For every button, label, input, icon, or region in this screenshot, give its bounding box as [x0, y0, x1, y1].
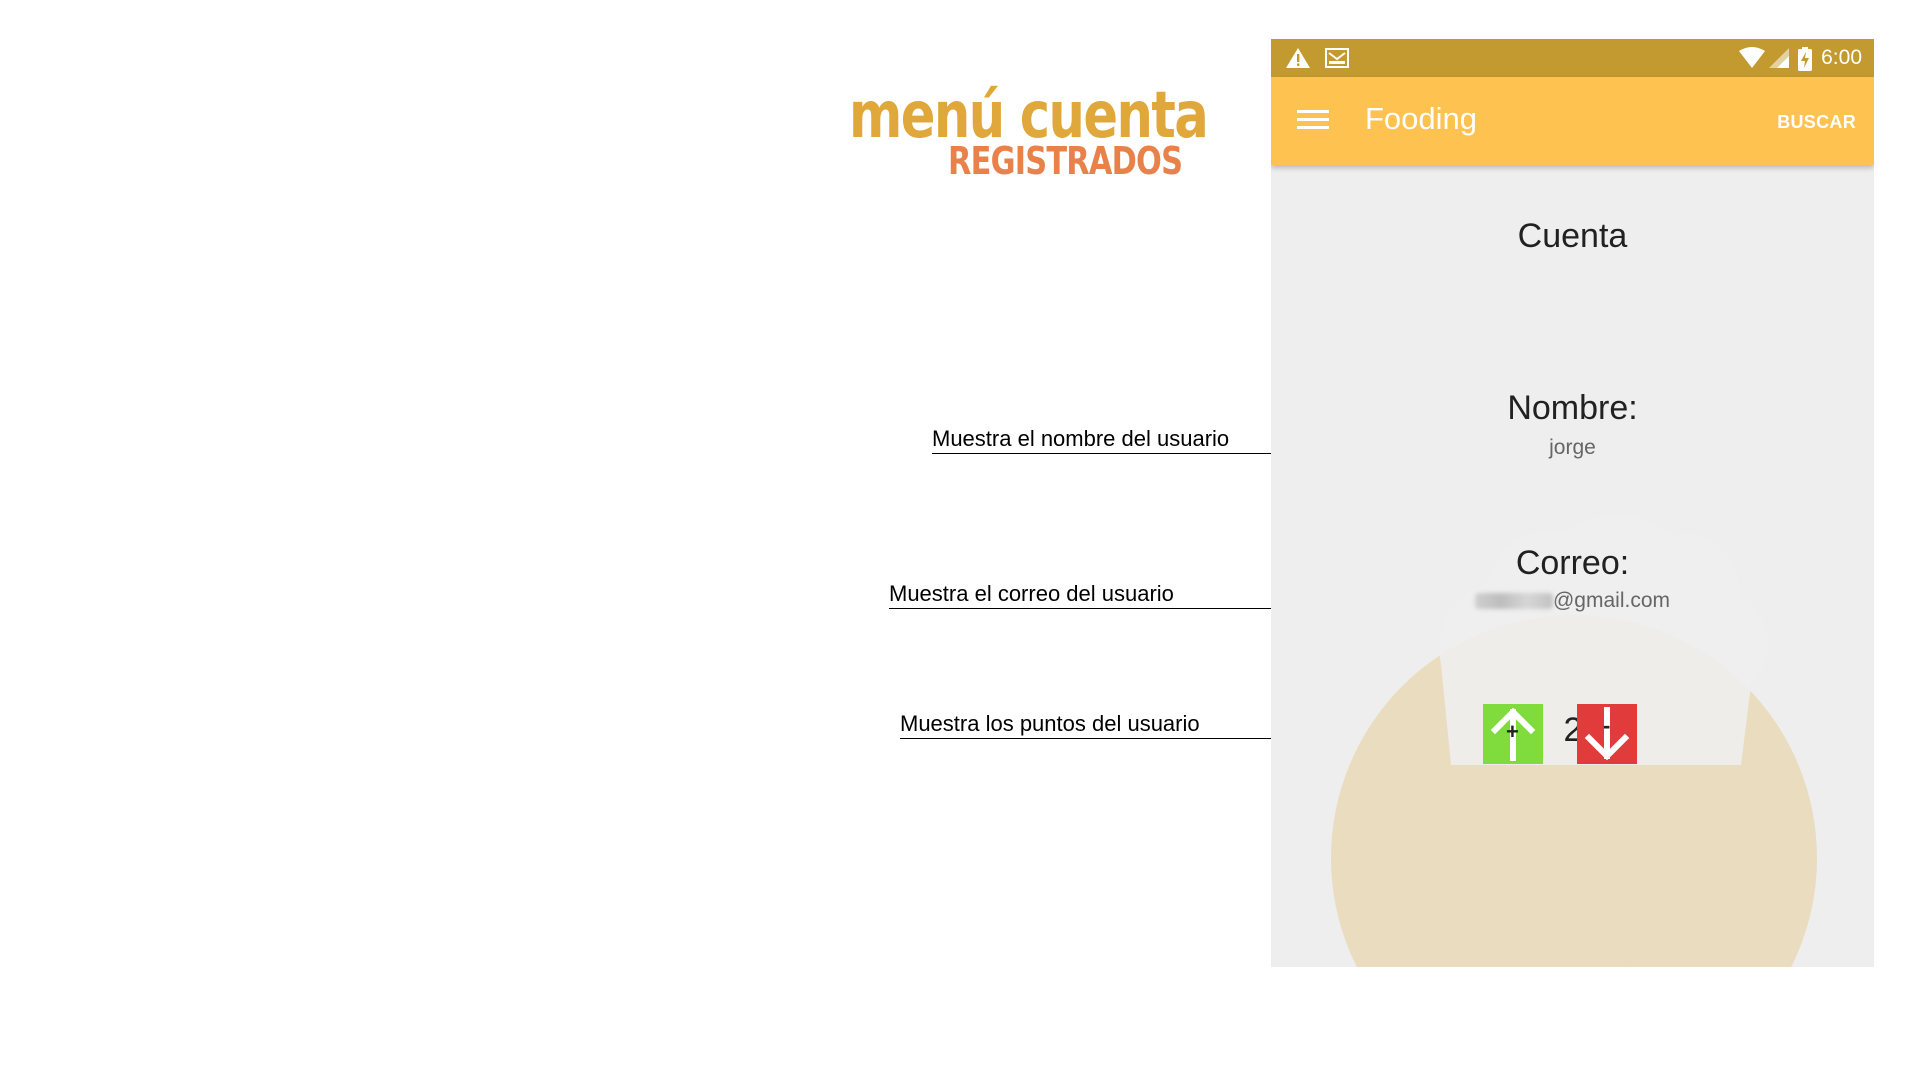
search-button[interactable]: BUSCAR — [1777, 112, 1856, 133]
wifi-icon — [1738, 47, 1766, 74]
annotation-email: Muestra el correo del usuario — [889, 581, 1174, 606]
email-value: @gmail.com — [1271, 589, 1874, 613]
email-label: Correo: — [1515, 544, 1630, 582]
app-title: Fooding — [1365, 101, 1478, 136]
downvote-symbol: - — [1603, 713, 1611, 738]
phone-screen: 6:00 Fooding BUSCAR Cuenta Nombre: jorge… — [1271, 39, 1874, 967]
name-label: Nombre: — [1507, 389, 1638, 427]
signal-icon — [1768, 47, 1790, 74]
email-redacted-blur — [1474, 593, 1553, 609]
app-bar: Fooding BUSCAR — [1271, 77, 1874, 165]
mail-icon — [1325, 47, 1349, 74]
status-time: 6:00 — [1821, 46, 1862, 69]
heading-title: menú cuenta — [849, 79, 1209, 153]
annotation-points: Muestra los puntos del usuario — [900, 711, 1200, 736]
hamburger-menu-icon[interactable] — [1297, 105, 1329, 137]
heading-subtitle: registrados — [948, 139, 1183, 183]
downvote-button[interactable]: - — [1577, 704, 1637, 764]
account-title: Cuenta — [1517, 217, 1628, 255]
email-domain: @gmail.com — [1552, 589, 1670, 612]
name-value: jorge — [1549, 436, 1596, 459]
upvote-symbol: + — [1506, 719, 1519, 744]
warning-icon — [1285, 47, 1311, 74]
status-bar: 6:00 — [1271, 39, 1874, 77]
upvote-button[interactable]: + — [1483, 704, 1543, 764]
annotation-name: Muestra el nombre del usuario — [932, 426, 1230, 451]
battery-charging-icon — [1798, 47, 1812, 76]
